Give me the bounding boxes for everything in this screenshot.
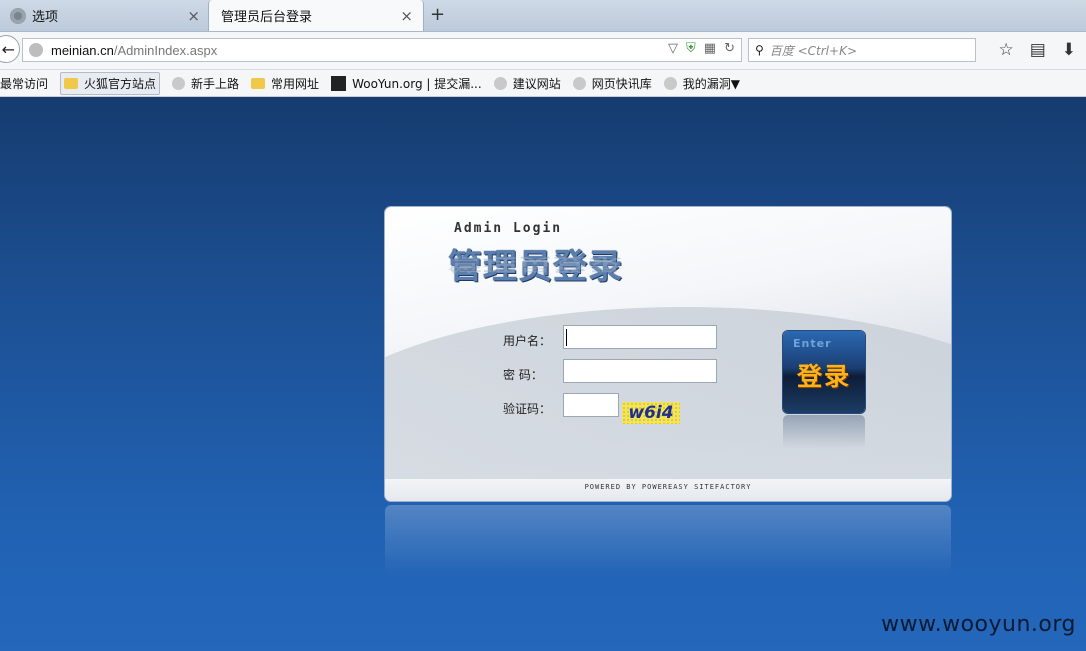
folder-icon [64, 77, 79, 89]
login-button-en: Enter [793, 337, 832, 350]
folder-icon [251, 77, 266, 89]
globe-icon [172, 76, 186, 90]
address-bar[interactable]: meinian.cn /AdminIndex.aspx ▽ ⛨ ▦ ↻ [22, 38, 742, 62]
bookmark-getting-started[interactable]: 新手上路 [172, 75, 239, 92]
bookmark-wooyun[interactable]: WooYun.org | 提交漏... [331, 75, 482, 92]
url-domain: meinian.cn [51, 42, 114, 58]
bookmarks-bar: 最常访问 火狐官方站点 新手上路 常用网址 WooYun.org | 提交漏..… [0, 70, 1086, 97]
globe-icon [493, 76, 507, 90]
download-icon[interactable]: ⬇ [1062, 40, 1076, 60]
wooyun-icon [331, 75, 347, 91]
captcha-image[interactable]: w6i4 [622, 402, 680, 424]
bookmark-most-visited[interactable]: 最常访问 [0, 75, 48, 92]
search-placeholder: 百度 <Ctrl+K> [769, 43, 857, 58]
bookmark-suggested-sites[interactable]: 建议网站 [493, 75, 561, 92]
login-panel: Admin Login 管理员登录 管理员登录 用户名： 密 码： 验证码： w… [385, 207, 951, 501]
bookmark-firefox-site[interactable]: 火狐官方站点 [60, 71, 161, 95]
reload-icon[interactable]: ↻ [724, 41, 735, 56]
shield-icon[interactable]: ⛨ [686, 41, 696, 56]
login-title-reflection: 管理员登录 [448, 254, 623, 274]
dropdown-arrow-icon[interactable]: ▽ [668, 41, 678, 56]
address-bar-icons: ▽ ⛨ ▦ ↻ [668, 41, 735, 56]
text-cursor [566, 329, 567, 346]
login-button[interactable]: Enter 登录 [783, 331, 865, 413]
globe-icon [29, 43, 43, 57]
login-title-en: Admin Login [454, 221, 563, 236]
username-label: 用户名： [503, 334, 552, 348]
username-input[interactable] [563, 325, 717, 349]
bookmark-label: WooYun.org | 提交漏... [352, 76, 482, 91]
back-button[interactable]: ← [0, 35, 20, 63]
qrcode-icon[interactable]: ▦ [704, 41, 716, 56]
globe-icon [572, 76, 586, 90]
bookmark-web-slices[interactable]: 网页快讯库 [572, 75, 652, 92]
bookmark-label: 最常访问 [0, 76, 49, 91]
bookmark-label: 建议网站 [512, 76, 561, 91]
bookmark-common-sites[interactable]: 常用网址 [251, 75, 319, 92]
watermark: www.wooyun.org [881, 612, 1076, 637]
login-panel-reflection [385, 505, 951, 575]
tab-strip: 选项 × 管理员后台登录 × + [0, 0, 1086, 32]
globe-icon [663, 76, 677, 90]
close-icon[interactable]: × [187, 7, 200, 25]
new-tab-button[interactable]: + [430, 4, 445, 25]
page-content: Admin Login 管理员登录 管理员登录 用户名： 密 码： 验证码： w… [0, 97, 1086, 651]
url-path: /AdminIndex.aspx [113, 42, 218, 58]
bookmark-label: 火狐官方站点 [84, 76, 157, 91]
password-label: 密 码： [503, 368, 543, 382]
search-icon: ⚲ [755, 43, 764, 57]
reading-list-icon[interactable]: ▤ [1030, 40, 1046, 60]
powered-by: POWERED BY POWEREASY SITEFACTORY [584, 483, 752, 491]
login-button-reflection [783, 415, 865, 449]
bookmark-label: 常用网址 [271, 76, 320, 91]
bookmark-label: 新手上路 [191, 76, 240, 91]
tab-admin-login[interactable]: 管理员后台登录 × [208, 0, 424, 31]
search-box[interactable]: ⚲ 百度 <Ctrl+K> [748, 38, 976, 62]
tab-options[interactable]: 选项 × [0, 0, 210, 31]
toolbar-icons: ☆ ▤ ⬇ [998, 40, 1076, 60]
password-input[interactable] [563, 359, 717, 383]
login-button-cn: 登录 [797, 362, 852, 391]
close-icon[interactable]: × [400, 7, 413, 25]
bookmark-label: 网页快讯库 [591, 76, 652, 91]
captcha-label: 验证码： [503, 402, 552, 416]
captcha-input[interactable] [563, 393, 619, 417]
navigation-bar: ← meinian.cn /AdminIndex.aspx ▽ ⛨ ▦ ↻ ⚲ … [0, 32, 1086, 70]
tab-label: 选项 [32, 10, 59, 25]
gear-icon [10, 7, 26, 24]
bookmark-my-vulns[interactable]: 我的漏洞▼ [663, 75, 740, 92]
tab-label: 管理员后台登录 [221, 10, 313, 25]
bookmark-label: 我的漏洞▼ [682, 76, 740, 91]
bookmark-star-icon[interactable]: ☆ [998, 40, 1013, 60]
